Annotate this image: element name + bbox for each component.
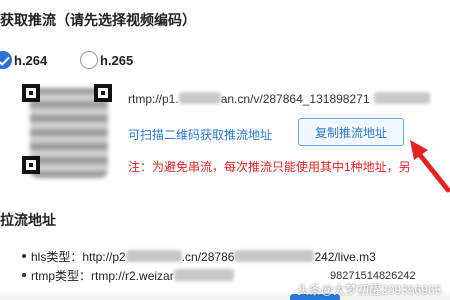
qr-finder-pattern bbox=[22, 84, 40, 102]
hls-label: hls类型： bbox=[31, 250, 83, 264]
codec-radio-h264[interactable]: h.264 bbox=[0, 50, 47, 70]
push-qr-code bbox=[18, 80, 116, 178]
hls-url-item: hls类型：http://p2 .cn/28786 242/live.m3 bbox=[22, 248, 376, 265]
push-url-prefix: rtmp://p1. bbox=[128, 92, 179, 106]
hls-url-prefix: http://p2 bbox=[82, 250, 126, 264]
redacted-block bbox=[125, 250, 182, 262]
codec-label-h264: h.264 bbox=[14, 52, 48, 68]
hls-url-mid: .cn/28786 bbox=[181, 250, 235, 264]
push-url-mid: an.cn/v/287864_131898271 bbox=[220, 92, 370, 106]
redacted-block bbox=[173, 269, 234, 281]
pull-section-title: 拉流地址 bbox=[0, 212, 56, 228]
qr-finder-pattern bbox=[22, 156, 40, 174]
rtmp-pull-label: rtmp类型： bbox=[31, 269, 92, 283]
redacted-block bbox=[234, 250, 315, 262]
push-rtmp-url: rtmp://p1. an.cn/v/287864_131898271 bbox=[128, 92, 430, 106]
qr-finder-pattern bbox=[94, 84, 112, 102]
hls-url-suffix: 242/live.m3 bbox=[314, 250, 376, 264]
radio-empty-icon bbox=[80, 51, 98, 69]
bullet-icon bbox=[22, 254, 26, 258]
redacted-block bbox=[178, 92, 221, 104]
copy-push-url-button[interactable]: 复制推流地址 bbox=[298, 118, 404, 146]
check-icon bbox=[0, 51, 12, 69]
redacted-block bbox=[373, 92, 430, 104]
watermark-text: 头条@大梦初醒209356965 bbox=[297, 283, 442, 297]
stream-notice: 注：为避免串流，每次推流只能使用其中1种地址，另 bbox=[128, 160, 411, 174]
codec-radio-h265[interactable]: h.265 bbox=[80, 50, 133, 70]
codec-label-h265: h.265 bbox=[100, 52, 134, 68]
bullet-icon bbox=[22, 273, 26, 277]
stream-settings-page: 获取推流（请先选择视频编码） h.264 h.265 rtmp://p1. an.… bbox=[0, 0, 450, 300]
push-section-title: 获取推流（请先选择视频编码） bbox=[0, 12, 196, 28]
rtmp-pull-url: rtmp://r2.weizar bbox=[91, 269, 174, 283]
qr-scan-hint: 可扫描二维码获取推流地址 bbox=[128, 128, 273, 142]
rtmp-pull-url-item: rtmp类型：rtmp://r2.weizar bbox=[22, 267, 234, 284]
